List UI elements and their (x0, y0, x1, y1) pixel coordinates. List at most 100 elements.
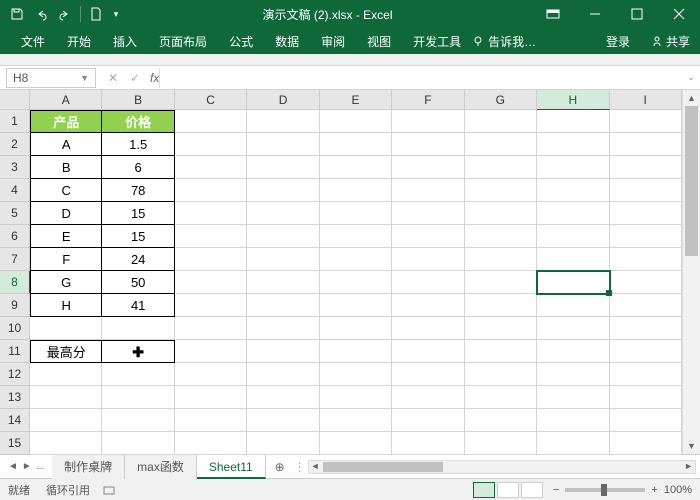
cell-F3[interactable] (392, 156, 464, 179)
cell-E15[interactable] (320, 432, 392, 455)
cell-D15[interactable] (247, 432, 319, 455)
cell-G11[interactable] (465, 340, 537, 363)
cell-G10[interactable] (465, 317, 537, 340)
cell-D4[interactable] (247, 179, 319, 202)
tab-home[interactable]: 开始 (56, 28, 102, 54)
cell-F5[interactable] (392, 202, 464, 225)
cell-E11[interactable] (320, 340, 392, 363)
login-link[interactable]: 登录 (595, 28, 641, 54)
cell-I10[interactable] (610, 317, 682, 340)
macro-record-icon[interactable] (102, 483, 116, 497)
cell-H13[interactable] (537, 386, 609, 409)
cell-I3[interactable] (610, 156, 682, 179)
cell-E13[interactable] (320, 386, 392, 409)
cell-G4[interactable] (465, 179, 537, 202)
cell-D9[interactable] (247, 294, 319, 317)
sheet-tab-Sheet11[interactable]: Sheet11 (197, 455, 266, 479)
scroll-up-icon[interactable]: ▲ (683, 90, 700, 106)
cell-C9[interactable] (175, 294, 247, 317)
tab-data[interactable]: 数据 (264, 28, 310, 54)
cell-C6[interactable] (175, 225, 247, 248)
cell-A13[interactable] (30, 386, 102, 409)
tab-insert[interactable]: 插入 (102, 28, 148, 54)
cell-A8[interactable]: G (30, 271, 102, 294)
chevron-down-icon[interactable]: ▼ (80, 73, 89, 83)
cell-H10[interactable] (537, 317, 609, 340)
expand-formula-bar-icon[interactable]: ⌄ (682, 72, 700, 83)
tab-file[interactable]: 文件 (10, 28, 56, 54)
row-header-3[interactable]: 3 (0, 156, 30, 179)
cell-C8[interactable] (175, 271, 247, 294)
column-header-B[interactable]: B (102, 90, 174, 110)
cell-H6[interactable] (537, 225, 609, 248)
sheet-tab-max函数[interactable]: max函数 (125, 455, 197, 479)
row-header-11[interactable]: 11 (0, 340, 30, 363)
scrollbar-thumb[interactable] (323, 462, 443, 472)
cell-H1[interactable] (537, 110, 609, 133)
zoom-in-button[interactable]: + (651, 484, 657, 496)
cell-G12[interactable] (465, 363, 537, 386)
cell-G6[interactable] (465, 225, 537, 248)
cell-E8[interactable] (320, 271, 392, 294)
cell-C11[interactable] (175, 340, 247, 363)
sheet-nav[interactable]: ◄ ► ... (0, 461, 52, 472)
sheet-next-icon[interactable]: ► (22, 461, 32, 472)
column-header-F[interactable]: F (392, 90, 464, 110)
cell-A10[interactable] (30, 317, 102, 340)
sheet-ellipsis[interactable]: ... (36, 461, 44, 472)
undo-icon[interactable] (30, 3, 52, 25)
cell-I9[interactable] (610, 294, 682, 317)
cell-D3[interactable] (247, 156, 319, 179)
spreadsheet-grid[interactable]: ABCDEFGHI 123456789101112131415 产品价格A1.5… (0, 90, 700, 454)
row-header-4[interactable]: 4 (0, 179, 30, 202)
select-all-corner[interactable] (0, 90, 30, 110)
cell-E7[interactable] (320, 248, 392, 271)
cell-I14[interactable] (610, 409, 682, 432)
cell-B1[interactable]: 价格 (102, 110, 174, 133)
row-header-14[interactable]: 14 (0, 409, 30, 432)
cell-A9[interactable]: H (30, 294, 102, 317)
cell-I2[interactable] (610, 133, 682, 156)
cell-E9[interactable] (320, 294, 392, 317)
cell-D8[interactable] (247, 271, 319, 294)
cell-B9[interactable]: 41 (102, 294, 174, 317)
fill-handle[interactable] (606, 290, 612, 296)
cell-B5[interactable]: 15 (102, 202, 174, 225)
cell-F8[interactable] (392, 271, 464, 294)
cell-E3[interactable] (320, 156, 392, 179)
row-header-6[interactable]: 6 (0, 225, 30, 248)
view-page-break-button[interactable] (521, 482, 543, 498)
cell-H3[interactable] (537, 156, 609, 179)
cell-D10[interactable] (247, 317, 319, 340)
fx-icon[interactable]: fx (146, 71, 159, 85)
cell-D6[interactable] (247, 225, 319, 248)
cell-E6[interactable] (320, 225, 392, 248)
cell-E14[interactable] (320, 409, 392, 432)
cell-G3[interactable] (465, 156, 537, 179)
cell-G2[interactable] (465, 133, 537, 156)
cell-C12[interactable] (175, 363, 247, 386)
cell-C4[interactable] (175, 179, 247, 202)
cell-D12[interactable] (247, 363, 319, 386)
cell-F6[interactable] (392, 225, 464, 248)
row-header-1[interactable]: 1 (0, 110, 30, 133)
cell-B14[interactable] (102, 409, 174, 432)
cell-B4[interactable]: 78 (102, 179, 174, 202)
cell-A12[interactable] (30, 363, 102, 386)
cell-D2[interactable] (247, 133, 319, 156)
cell-A15[interactable] (30, 432, 102, 455)
cell-H8[interactable] (537, 271, 609, 294)
cell-C14[interactable] (175, 409, 247, 432)
column-header-C[interactable]: C (175, 90, 247, 110)
cell-C10[interactable] (175, 317, 247, 340)
tab-page-layout[interactable]: 页面布局 (148, 28, 218, 54)
cell-I4[interactable] (610, 179, 682, 202)
cell-F10[interactable] (392, 317, 464, 340)
cell-D13[interactable] (247, 386, 319, 409)
cell-B12[interactable] (102, 363, 174, 386)
view-page-layout-button[interactable] (497, 482, 519, 498)
row-header-13[interactable]: 13 (0, 386, 30, 409)
cell-H2[interactable] (537, 133, 609, 156)
row-header-5[interactable]: 5 (0, 202, 30, 225)
cell-G5[interactable] (465, 202, 537, 225)
